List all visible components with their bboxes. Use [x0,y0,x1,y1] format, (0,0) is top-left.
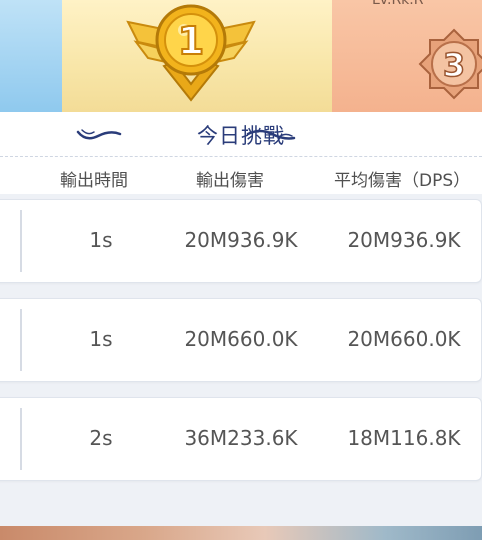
record-time: 1s [89,327,113,351]
ranking-podium-banner: Lv.Rk.R 1 3 [0,0,482,112]
record-damage: 20M936.9K [184,228,298,252]
first-place-number: 1 [178,19,204,63]
challenge-title-bar: 今日挑戰 [0,112,482,156]
page-title: 今日挑戰 [197,124,285,148]
bronze-medal-icon: 3 [418,28,482,100]
bottom-artwork-strip [0,526,482,540]
table-header: 輸出時間 輸出傷害 平均傷害（DPS） [0,156,482,194]
column-header-time: 輸出時間 [60,171,128,191]
rank-3-player-name: Lv.Rk.R [372,0,424,8]
row-divider [20,210,22,272]
record-row[interactable]: 1s 20M660.0K 20M660.0K [0,298,482,382]
wave-ornament-right-icon [246,129,296,140]
record-row[interactable]: 1s 20M936.9K 20M936.9K [0,199,482,283]
record-dps: 20M660.0K [347,327,461,351]
rank-2-panel[interactable] [0,0,62,112]
third-place-number: 3 [443,46,465,84]
column-header-dps: 平均傷害（DPS） [334,171,471,191]
record-row[interactable]: 2s 36M233.6K 18M116.8K [0,397,482,481]
record-damage: 36M233.6K [184,426,298,450]
record-dps: 18M116.8K [347,426,461,450]
record-time: 1s [89,228,113,252]
row-divider [20,309,22,371]
gold-medal-icon: 1 [126,4,256,102]
record-dps: 20M936.9K [347,228,461,252]
record-time: 2s [89,426,113,450]
row-divider [20,408,22,470]
column-header-damage: 輸出傷害 [196,171,264,191]
record-damage: 20M660.0K [184,327,298,351]
